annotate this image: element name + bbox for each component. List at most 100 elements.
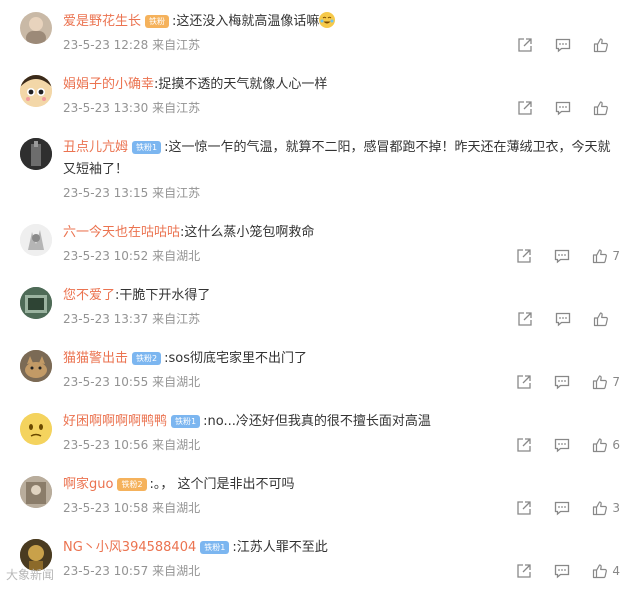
thumbs-up-icon	[593, 312, 608, 327]
share-icon	[518, 38, 532, 52]
username[interactable]: 好困啊啊啊啊鸭鸭	[63, 414, 167, 429]
comment-meta: 23-5-23 10:58 来自湖北	[63, 500, 200, 516]
avatar[interactable]	[20, 75, 52, 107]
share-button[interactable]	[516, 563, 532, 579]
avatar[interactable]	[20, 350, 52, 382]
share-button[interactable]	[517, 311, 533, 327]
comment-icon	[555, 249, 570, 264]
username[interactable]: 您不爱了	[63, 288, 115, 303]
comment-actions: 4	[494, 563, 620, 579]
avatar[interactable]	[20, 413, 52, 445]
comment-actions: 6	[494, 437, 620, 453]
comment-line: 猫猫警出击 铁粉2:sos彻底宅家里不出门了	[63, 348, 620, 370]
comment-meta: 23-5-23 13:15 来自江苏	[63, 185, 200, 201]
comment-button[interactable]	[554, 500, 570, 516]
like-count: 7	[612, 249, 620, 263]
comment-text: :no...冷还好但我真的很不擅长面对高温	[203, 414, 431, 429]
like-count: 4	[612, 564, 620, 578]
comment-meta: 23-5-23 10:55 来自湖北	[63, 374, 200, 390]
share-icon	[518, 312, 532, 326]
laugh-cry-emoji-icon	[319, 12, 336, 28]
timestamp: 23-5-23 13:30	[63, 101, 149, 115]
comment-text: :江苏人罪不至此	[232, 540, 328, 555]
location: 来自江苏	[152, 186, 201, 200]
like-button[interactable]	[593, 37, 620, 53]
comment-meta: 23-5-23 13:30 来自江苏	[63, 100, 200, 116]
timestamp: 23-5-23 10:55	[63, 375, 149, 389]
username[interactable]: 六一今天也在咕咕咕	[63, 225, 180, 240]
username[interactable]: 爱是野花生长	[63, 14, 141, 29]
thumbs-up-icon	[593, 38, 608, 53]
username[interactable]: NG丶小风394588404	[63, 540, 196, 555]
avatar[interactable]	[20, 287, 52, 319]
comment-actions	[495, 311, 620, 327]
comment-text: :。， 这个门是非出不可吗	[149, 477, 295, 492]
share-button[interactable]	[516, 500, 532, 516]
comment-button[interactable]	[555, 37, 571, 53]
comment-actions: 7	[494, 374, 620, 390]
avatar[interactable]	[20, 224, 52, 256]
thumbs-up-icon	[593, 249, 608, 264]
location: 来自湖北	[152, 249, 201, 263]
like-button[interactable]	[593, 311, 620, 327]
comment-button[interactable]	[554, 374, 570, 390]
fan-badge: 铁粉	[145, 15, 170, 28]
username[interactable]: 丑点儿亢姆	[63, 140, 128, 155]
share-button[interactable]	[516, 374, 532, 390]
location: 来自湖北	[152, 375, 201, 389]
fan-badge: 铁粉1	[132, 141, 162, 154]
fan-badge: 铁粉2	[117, 478, 147, 491]
like-count: 7	[612, 375, 620, 389]
location: 来自江苏	[152, 101, 201, 115]
like-button[interactable]: 3	[592, 500, 620, 516]
watermark: 大象新闻	[6, 568, 55, 582]
avatar[interactable]	[20, 138, 52, 170]
location: 来自江苏	[152, 38, 201, 52]
avatar[interactable]	[20, 476, 52, 508]
like-button[interactable]: 7	[592, 374, 620, 390]
comment-line: NG丶小风394588404 铁粉1:江苏人罪不至此	[63, 537, 620, 559]
avatar[interactable]	[20, 12, 52, 44]
comment-icon	[555, 564, 570, 579]
share-button[interactable]	[516, 248, 532, 264]
comment-actions: 3	[494, 500, 620, 516]
timestamp: 23-5-23 13:37	[63, 312, 149, 326]
username[interactable]: 娟娟子的小确幸	[63, 77, 154, 92]
thumbs-up-icon	[593, 501, 608, 516]
comment-button[interactable]	[554, 563, 570, 579]
like-button[interactable]: 4	[592, 563, 620, 579]
comment-icon	[555, 438, 570, 453]
comment-button[interactable]	[554, 437, 570, 453]
like-button[interactable]: 6	[592, 437, 620, 453]
share-icon	[517, 564, 532, 578]
thumbs-up-icon	[593, 564, 608, 579]
thumbs-up-icon	[593, 375, 608, 390]
comment-icon	[555, 375, 570, 390]
comment-button[interactable]	[554, 248, 570, 264]
comment-line: 娟娟子的小确幸:捉摸不透的天气就像人心一样	[63, 74, 620, 96]
comment-line: 丑点儿亢姆 铁粉1:这一惊一乍的气温，就算不二阳，感冒都跑不掉！昨天还在薄绒卫衣，…	[63, 137, 620, 181]
share-button[interactable]	[517, 37, 533, 53]
username[interactable]: 猫猫警出击	[63, 351, 128, 366]
share-button[interactable]	[516, 437, 532, 453]
location: 来自湖北	[152, 501, 201, 515]
comment-button[interactable]	[555, 311, 571, 327]
comment-line: 啊家guo 铁粉2:。， 这个门是非出不可吗	[63, 474, 620, 496]
like-button[interactable]	[593, 100, 620, 116]
timestamp: 23-5-23 10:52	[63, 249, 149, 263]
comment-icon	[555, 38, 571, 53]
comment-actions: 7	[494, 248, 620, 264]
share-button[interactable]	[517, 100, 533, 116]
comment-line: 您不爱了:干脆下开水得了	[63, 285, 620, 307]
comment-line: 好困啊啊啊啊鸭鸭 铁粉1:no...冷还好但我真的很不擅长面对高温	[63, 411, 620, 433]
comment-line: 爱是野花生长 铁粉:这还没入梅就高温像话嘛	[63, 11, 620, 33]
like-button[interactable]: 7	[592, 248, 620, 264]
timestamp: 23-5-23 13:15	[63, 186, 149, 200]
timestamp: 23-5-23 10:58	[63, 501, 149, 515]
comment-text: :这什么蒸小笼包啊救命	[180, 225, 315, 240]
fan-badge: 铁粉1	[200, 541, 230, 554]
username[interactable]: 啊家guo	[63, 477, 113, 492]
comment-text: :sos彻底宅家里不出门了	[164, 351, 307, 366]
comment-button[interactable]	[555, 100, 571, 116]
share-icon	[517, 501, 532, 515]
